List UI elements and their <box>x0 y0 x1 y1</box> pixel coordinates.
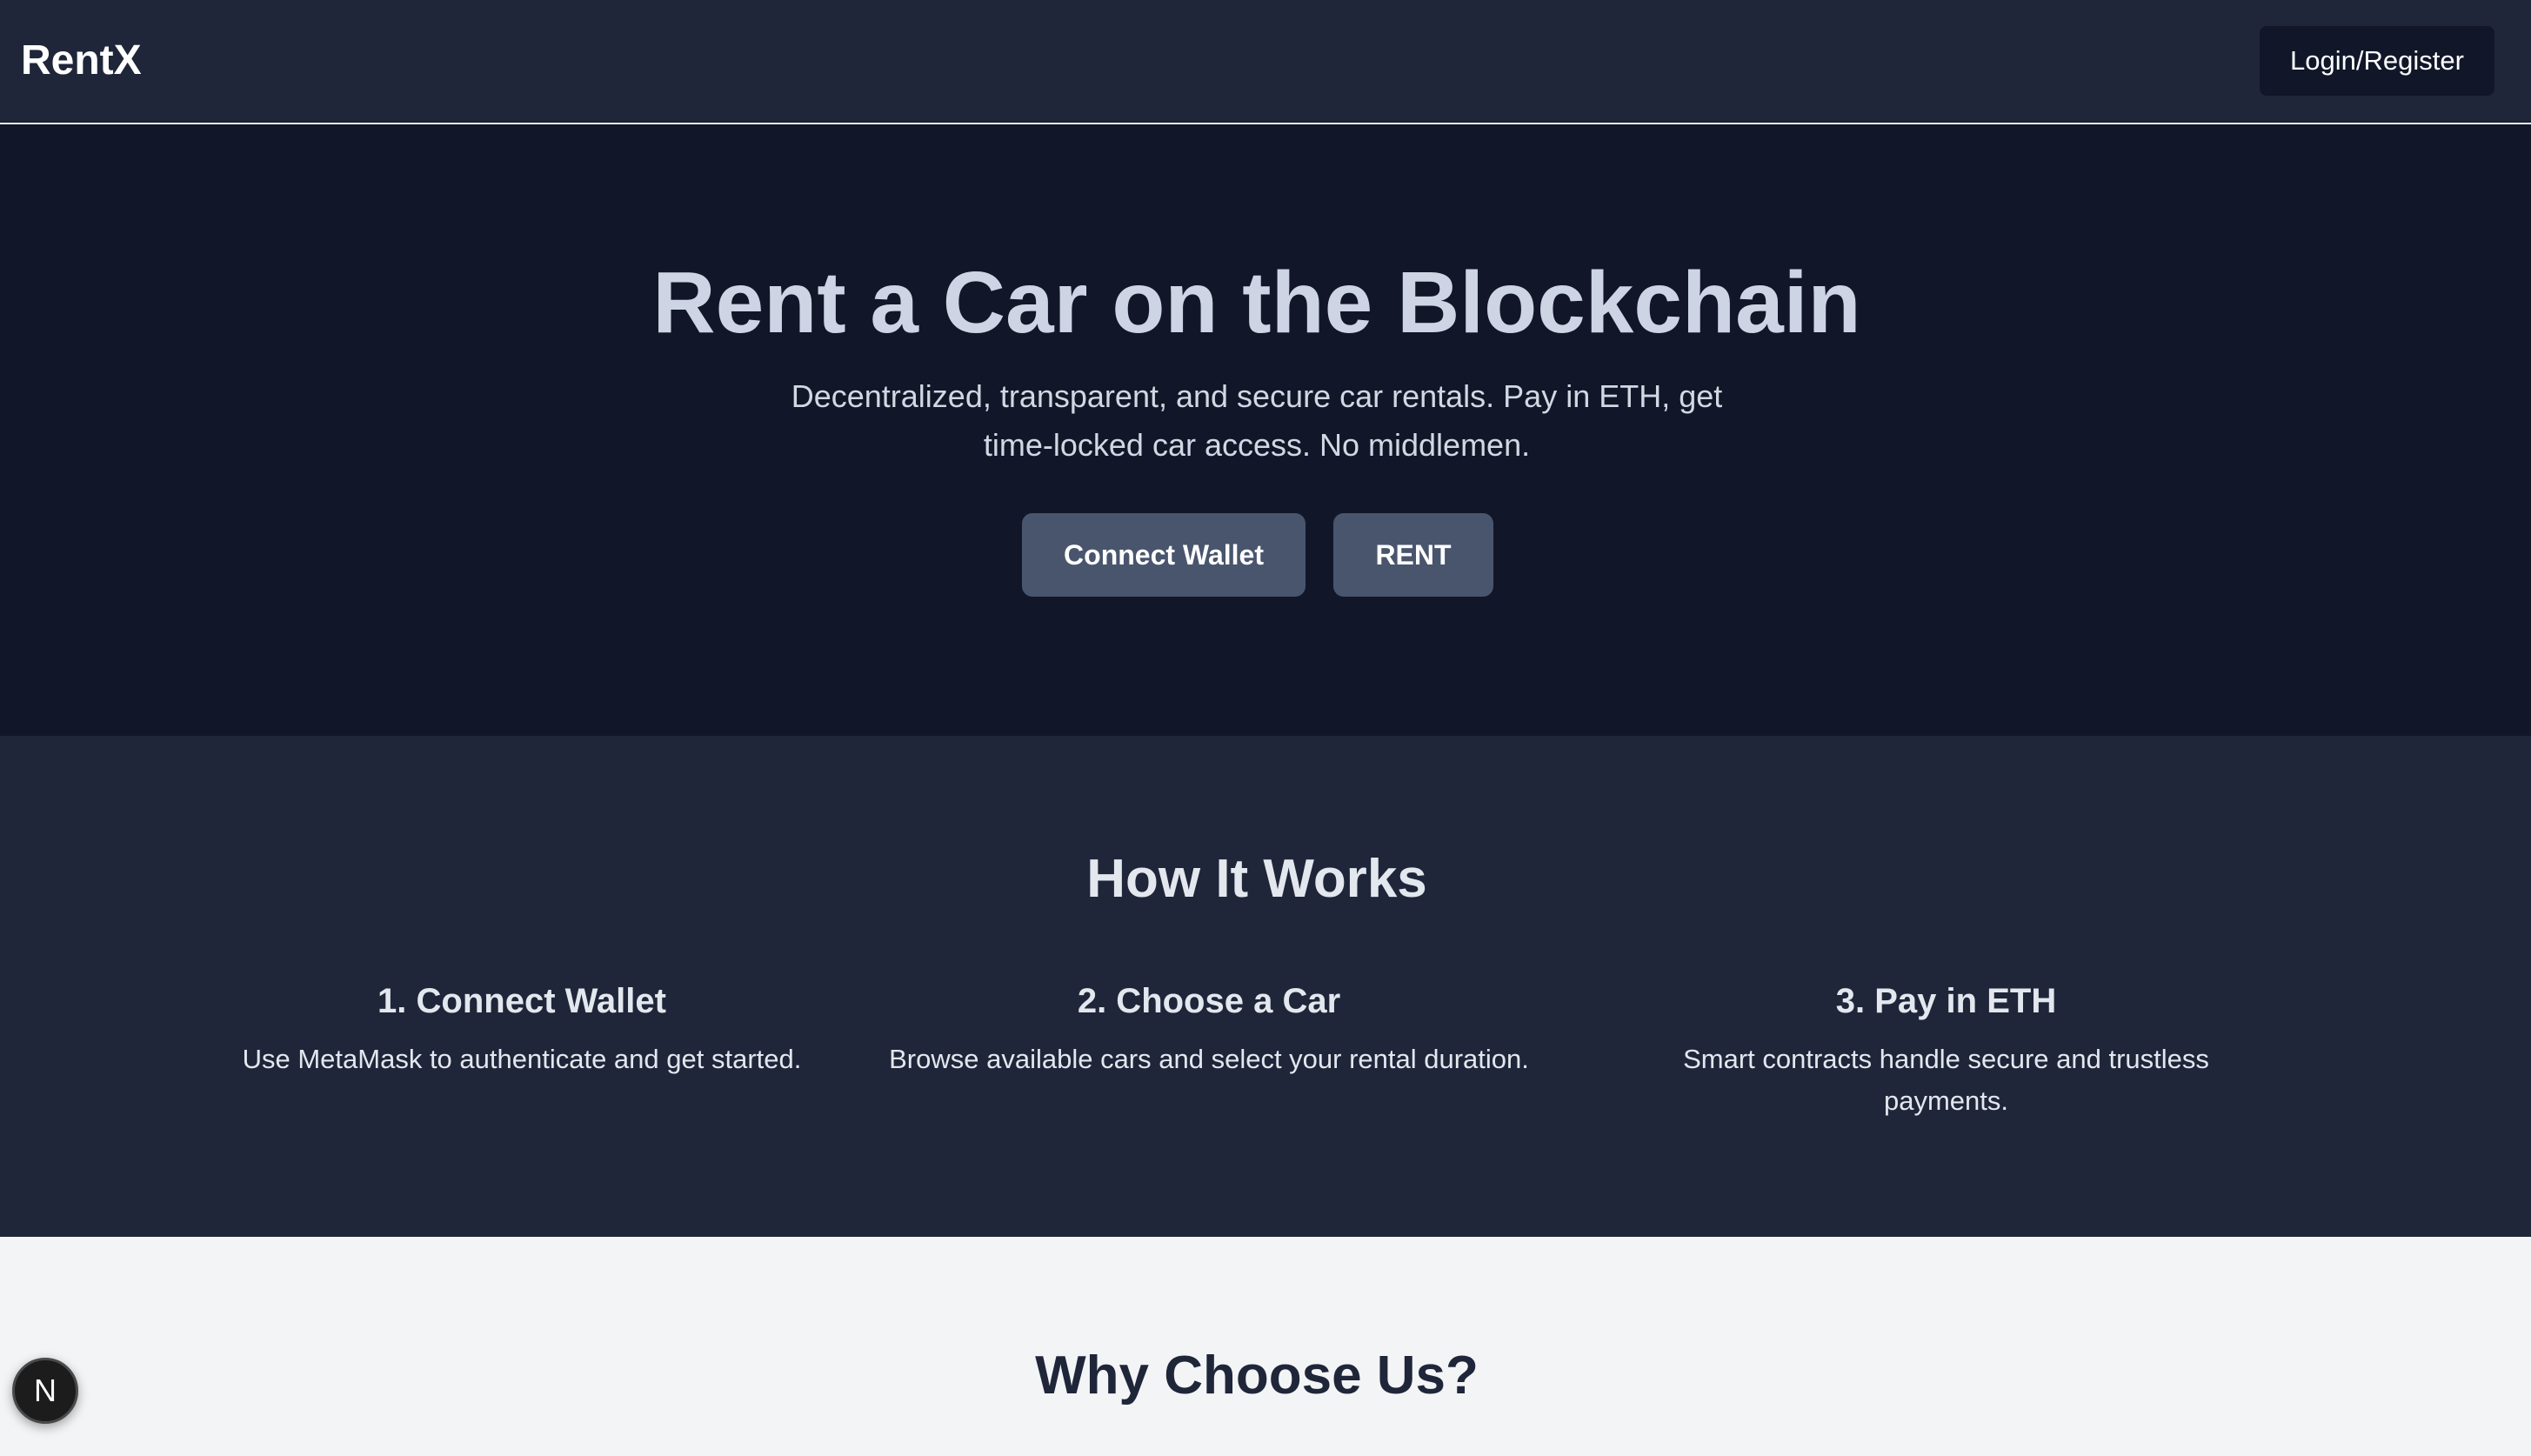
step-title: 3. Pay in ETH <box>1835 982 2057 1020</box>
why-choose-us-section: Why Choose Us? <box>0 1237 2531 1456</box>
why-choose-us-title: Why Choose Us? <box>1035 1346 1479 1406</box>
rent-button[interactable]: RENT <box>1333 513 1493 597</box>
step-connect-wallet: 1. Connect Wallet Use MetaMask to authen… <box>217 979 826 1080</box>
step-pay-eth: 3. Pay in ETH Smart contracts handle sec… <box>1644 979 2248 1122</box>
login-register-button[interactable]: Login/Register <box>2260 26 2494 96</box>
step-description: Smart contracts handle secure and trustl… <box>1683 1044 2209 1116</box>
navbar: RentX Login/Register <box>0 0 2531 123</box>
how-it-works-section: How It Works 1. Connect Wallet Use MetaM… <box>0 736 2531 1237</box>
step-description: Browse available cars and select your re… <box>889 1044 1529 1074</box>
hero-title: Rent a Car on the Blockchain <box>652 254 1861 351</box>
hero-subtitle: Decentralized, transparent, and secure c… <box>791 378 1723 463</box>
how-it-works-title: How It Works <box>1086 849 1427 909</box>
brand-logo[interactable]: RentX <box>21 33 142 89</box>
nextjs-devtools-icon[interactable]: N <box>12 1358 78 1424</box>
step-description: Use MetaMask to authenticate and get sta… <box>242 1044 802 1074</box>
step-choose-car: 2. Choose a Car Browse available cars an… <box>861 979 1557 1080</box>
step-title: 2. Choose a Car <box>1077 982 1341 1020</box>
hero-section: Rent a Car on the Blockchain Decentraliz… <box>0 124 2531 736</box>
connect-wallet-button[interactable]: Connect Wallet <box>1022 513 1306 597</box>
step-title: 1. Connect Wallet <box>377 982 666 1020</box>
